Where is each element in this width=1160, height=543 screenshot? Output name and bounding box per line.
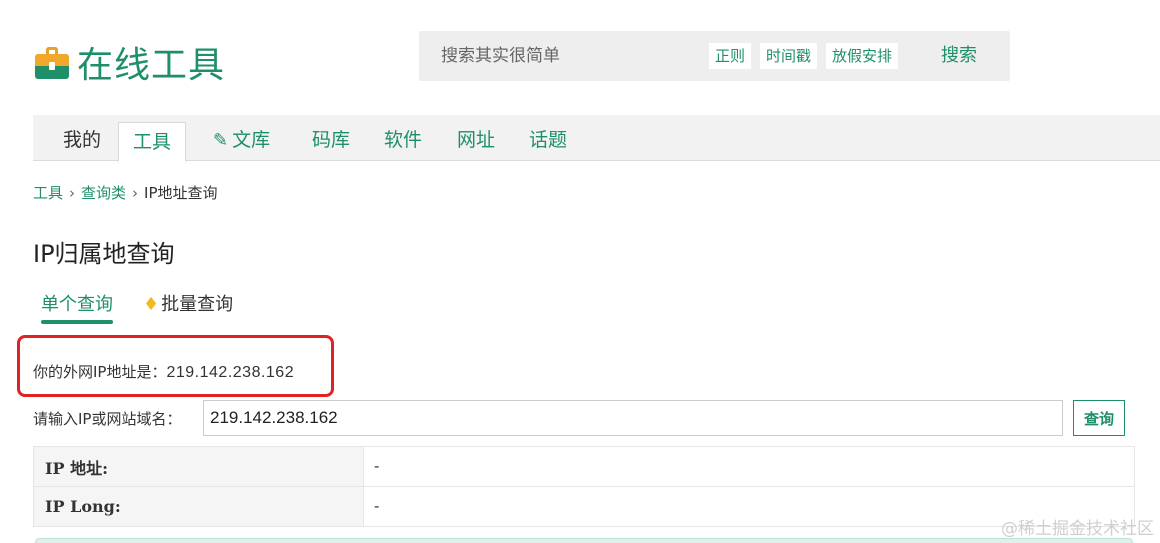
breadcrumb-separator: › (132, 184, 139, 202)
result-key: IP 地址: (33, 446, 364, 487)
breadcrumb: 工具 › 查询类 › IP地址查询 (33, 182, 218, 203)
query-button[interactable]: 查询 (1073, 400, 1125, 436)
nav-item-code[interactable]: 码库 (312, 115, 350, 161)
your-ip-line: 你的外网IP地址是：219.142.238.162 (33, 361, 294, 382)
toolbox-icon (35, 45, 69, 79)
nav-item-sites[interactable]: 网址 (457, 115, 495, 161)
info-strip (35, 538, 1133, 543)
nav-item-tools[interactable]: 工具 (118, 122, 187, 162)
nav-item-mine[interactable]: 我的 (63, 115, 101, 161)
your-ip-value: 219.142.238.162 (166, 364, 295, 381)
diamond-icon: ♦ (143, 294, 160, 315)
breadcrumb-tools[interactable]: 工具 (33, 184, 63, 202)
table-row: IP Long: - (33, 486, 1135, 527)
main-nav: 我的 工具 ✎ 文库 码库 软件 网址 话题 (33, 115, 1160, 162)
watermark: @稀土掘金技术社区 (1001, 519, 1154, 539)
breadcrumb-current: IP地址查询 (144, 184, 218, 202)
tab-batch-query[interactable]: ♦ 批量查询 (143, 290, 233, 316)
query-label: 请输入IP或网站域名： (33, 410, 182, 428)
nav-item-topics[interactable]: 话题 (529, 115, 567, 161)
result-key: IP Long: (33, 486, 364, 527)
quill-icon: ✎ (213, 130, 229, 151)
result-value: - (363, 446, 1135, 487)
nav-item-software[interactable]: 软件 (384, 115, 422, 161)
table-row: IP 地址: - (33, 446, 1135, 487)
site-logo[interactable]: 在线工具 (35, 36, 225, 88)
logo-text: 在线工具 (77, 45, 226, 86)
search-tag-regex[interactable]: 正则 (709, 43, 752, 69)
search-button[interactable]: 搜索 (926, 31, 992, 81)
search-input[interactable] (419, 31, 699, 81)
result-table: IP 地址: - IP Long: - (33, 446, 1135, 527)
nav-item-library-label: 文库 (232, 129, 271, 151)
search-tag-holiday[interactable]: 放假安排 (826, 43, 899, 69)
tab-single-query[interactable]: 单个查询 (41, 290, 113, 324)
your-ip-label: 你的外网IP地址是： (33, 363, 167, 381)
breadcrumb-separator: › (69, 184, 76, 202)
ip-query-input[interactable] (203, 400, 1063, 436)
breadcrumb-query[interactable]: 查询类 (81, 184, 126, 202)
search-tag-timestamp[interactable]: 时间戳 (760, 43, 818, 69)
nav-item-library[interactable]: ✎ 文库 (213, 115, 270, 161)
tab-batch-query-label: 批量查询 (161, 294, 234, 315)
page-title: IP归属地查询 (33, 240, 175, 268)
